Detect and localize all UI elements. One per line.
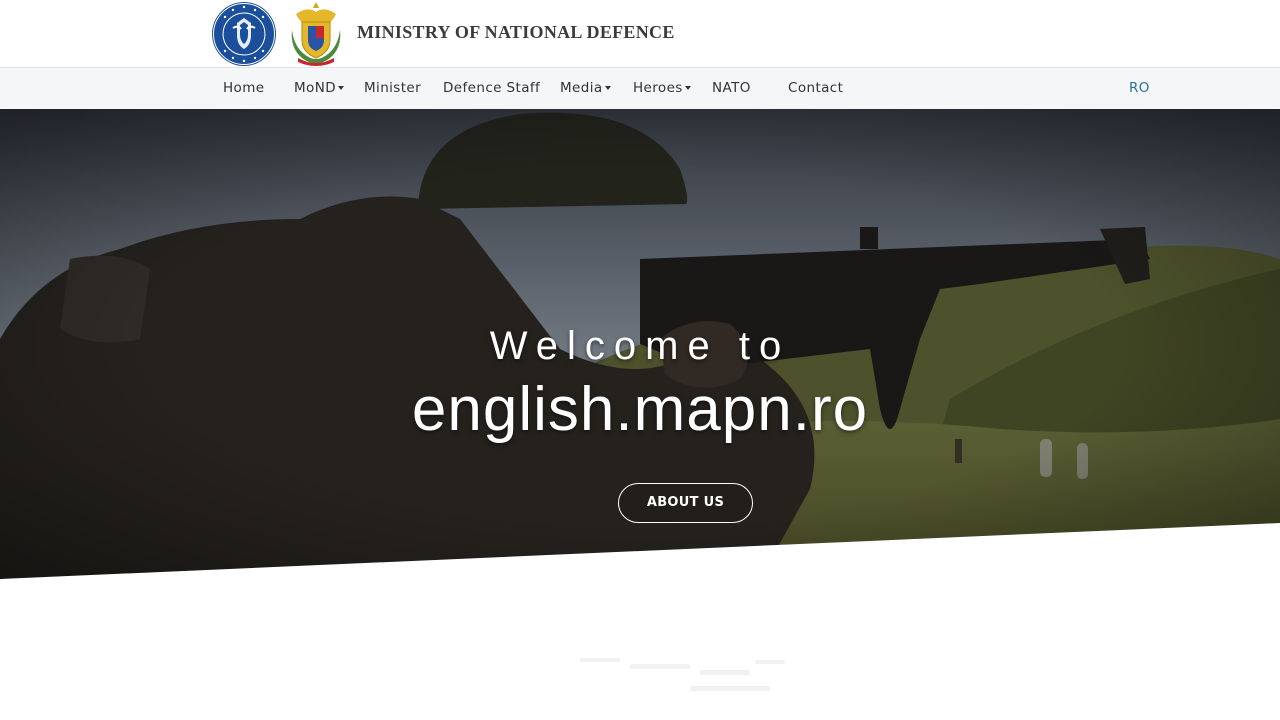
- nav-item-media[interactable]: Media: [560, 80, 611, 96]
- site-header: MINISTRY OF NATIONAL DEFENCE: [0, 0, 1280, 67]
- government-seal-icon[interactable]: [211, 1, 277, 67]
- nav-item-home[interactable]: Home: [223, 80, 264, 96]
- nav-item-heroes[interactable]: Heroes: [633, 80, 691, 96]
- about-us-button[interactable]: ABOUT US: [618, 483, 753, 523]
- caret-down-icon: [604, 86, 611, 90]
- ministry-crest-icon[interactable]: [288, 0, 344, 67]
- main-navigation: Home MoND Minister Defence Staff Media H…: [0, 67, 1280, 109]
- nav-item-defence-staff[interactable]: Defence Staff: [443, 80, 540, 96]
- nav-item-label: Heroes: [633, 80, 683, 96]
- nav-item-minister[interactable]: Minister: [364, 80, 421, 96]
- hero-welcome-text: Welcome to: [489, 324, 791, 368]
- nav-item-mond[interactable]: MoND: [294, 80, 345, 96]
- hero-banner: Welcome to english.mapn.ro ABOUT US: [0, 109, 1280, 579]
- nav-item-label: Media: [560, 80, 603, 96]
- language-switch-ro[interactable]: RO: [1129, 80, 1150, 96]
- nav-item-nato[interactable]: NATO: [712, 80, 751, 96]
- nav-item-contact[interactable]: Contact: [788, 80, 843, 96]
- hero-domain-text: english.mapn.ro: [411, 375, 869, 444]
- caret-down-icon: [338, 86, 345, 90]
- caret-down-icon: [684, 86, 691, 90]
- nav-item-label: MoND: [294, 80, 337, 96]
- site-title: MINISTRY OF NATIONAL DEFENCE: [357, 22, 675, 42]
- faded-section-graphic: [580, 658, 785, 691]
